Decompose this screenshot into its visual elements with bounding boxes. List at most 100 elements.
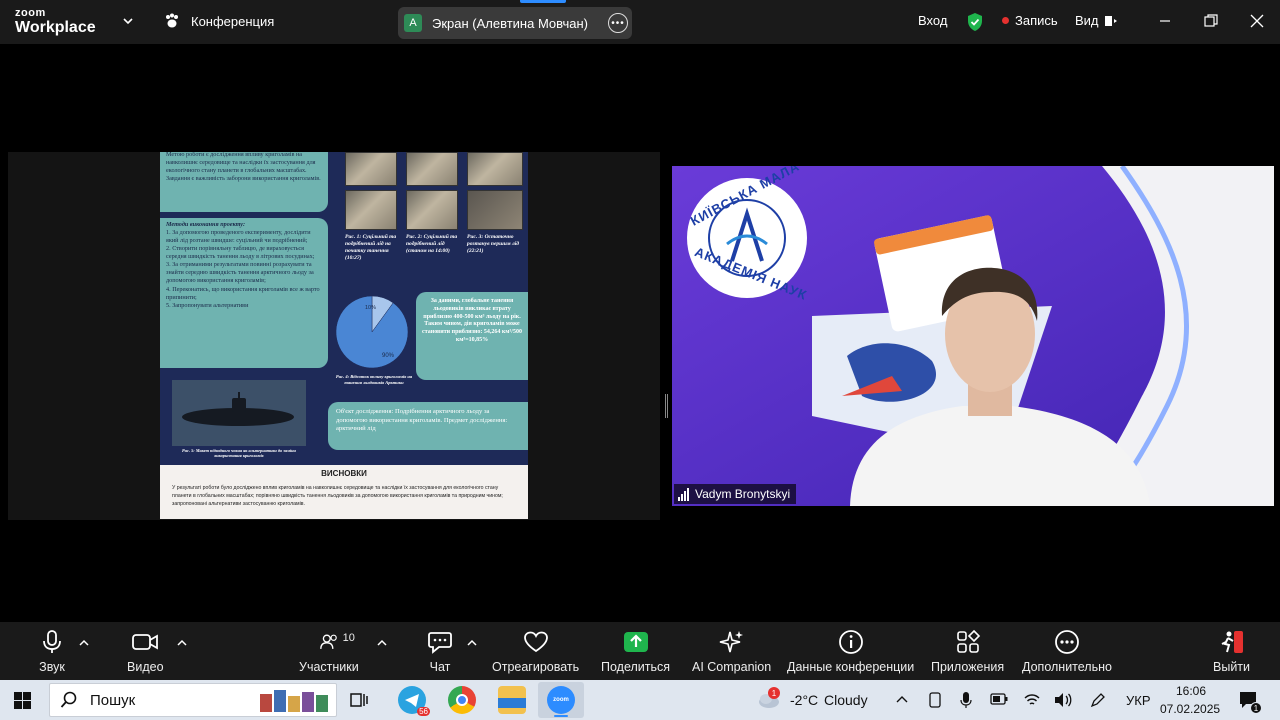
- zoom-taskbar-item[interactable]: zoom: [538, 682, 584, 718]
- search-highlight-image: [260, 690, 328, 712]
- weather-text[interactable]: Cloudy: [824, 692, 868, 708]
- signin-label: Вход: [918, 13, 948, 28]
- chat-icon: [428, 632, 452, 654]
- conclusions-section: ВИСНОВКИ У результаті роботи було дослід…: [160, 465, 528, 519]
- wifi-icon[interactable]: [1024, 692, 1040, 708]
- heart-icon: [523, 631, 548, 653]
- screen-share-indicator: [520, 0, 566, 3]
- meeting-stage: Метою роботи є дослідження впливу кригол…: [0, 44, 1280, 622]
- record-button[interactable]: Запись: [1002, 13, 1058, 28]
- splitter-handle[interactable]: [665, 394, 668, 418]
- participants-label: Участники: [299, 660, 359, 674]
- react-button[interactable]: Отреагировать: [492, 628, 579, 674]
- search-placeholder: Пошук: [90, 691, 136, 709]
- weather-temp[interactable]: -2°C: [790, 692, 818, 708]
- volume-icon[interactable]: [1054, 692, 1072, 708]
- participant-person: [850, 267, 1150, 506]
- telegram-icon[interactable]: 56: [398, 686, 430, 716]
- submarine-image: [172, 380, 306, 446]
- zoom-window: zoom Workplace Конференция А Экран (Алев…: [0, 0, 1280, 720]
- windows-start-icon[interactable]: [14, 692, 31, 709]
- method-item: 5. Запропонувати альтернативи: [166, 301, 249, 309]
- experiment-photo: [467, 190, 523, 230]
- ai-label: AI Companion: [692, 660, 772, 674]
- meeting-toolbar: Звук Видео 10 Участники Чат Отреагироват…: [0, 622, 1280, 680]
- audio-button[interactable]: Звук: [38, 628, 66, 674]
- tray-overflow-chevron-icon[interactable]: [896, 694, 908, 704]
- meeting-label: Конференция: [191, 13, 275, 29]
- method-item: 4. Переконатись, що використання кригола…: [166, 285, 320, 301]
- search-icon: [60, 691, 77, 708]
- share-label: Поделиться: [601, 660, 671, 674]
- view-button[interactable]: Вид: [1075, 13, 1118, 28]
- paw-icon: [166, 13, 178, 28]
- apps-label: Приложения: [931, 660, 1005, 674]
- clock-date[interactable]: 07.02.2025: [1160, 702, 1220, 716]
- sparkle-icon: [719, 631, 743, 653]
- apps-button[interactable]: Приложения: [931, 628, 1004, 674]
- meeting-info-button[interactable]: Данные конференции: [787, 628, 914, 674]
- phone-link-icon[interactable]: [928, 692, 942, 708]
- conclusions-text: У результаті роботи було досліджено впли…: [172, 485, 503, 508]
- notifications-badge: 1: [1250, 702, 1262, 714]
- language-indicator[interactable]: УКР: [1126, 693, 1151, 708]
- title-bar: zoom Workplace Конференция А Экран (Алев…: [0, 0, 1280, 44]
- share-screen-button[interactable]: Поделиться: [601, 628, 670, 674]
- presentation-slide: Метою роботи є дослідження впливу кригол…: [160, 152, 528, 519]
- restore-icon[interactable]: [1202, 12, 1220, 30]
- figure-caption: Рис. 2: Суцільний та подрібнений лід (ст…: [406, 234, 458, 254]
- leave-label: Выйти: [1213, 660, 1251, 674]
- more-icon: [1055, 630, 1079, 654]
- ai-companion-button[interactable]: AI Companion: [692, 628, 771, 674]
- info-icon: [838, 630, 863, 654]
- participants-options-chevron-icon[interactable]: [377, 639, 387, 647]
- audio-options-chevron-icon[interactable]: [79, 639, 89, 647]
- task-view-icon[interactable]: [350, 691, 368, 709]
- more-button[interactable]: Дополнительно: [1022, 628, 1112, 674]
- video-options-chevron-icon[interactable]: [177, 639, 187, 647]
- chat-options-chevron-icon[interactable]: [467, 639, 477, 647]
- goal-box: Метою роботи є дослідження впливу кригол…: [160, 152, 328, 212]
- chat-button[interactable]: Чат: [426, 628, 454, 674]
- object-box: Об'єкт дослідження: Подрібнення арктично…: [328, 402, 528, 450]
- participants-count: 10: [342, 632, 355, 644]
- more-label: Дополнительно: [1022, 660, 1112, 674]
- minimize-icon[interactable]: [1156, 12, 1174, 30]
- pie-caption: Рис. 4: Відсоток впливу криголамів на та…: [335, 374, 413, 385]
- signin-button[interactable]: Вход: [918, 13, 947, 28]
- chat-label: Чат: [429, 660, 451, 674]
- clock-time[interactable]: 16:06: [1176, 684, 1206, 698]
- experiment-photo: [467, 152, 523, 186]
- zoom-logo: zoom Workplace: [15, 8, 96, 36]
- taskbar-search[interactable]: Пошук: [49, 683, 337, 717]
- mic-tray-icon[interactable]: [960, 691, 972, 709]
- close-icon[interactable]: [1248, 12, 1266, 30]
- pie-chart: 10% 90%: [335, 295, 409, 369]
- leave-button[interactable]: Выйти: [1213, 628, 1250, 674]
- chevron-down-icon[interactable]: [121, 14, 135, 28]
- pen-icon[interactable]: [1090, 692, 1106, 708]
- record-label: Запись: [1015, 13, 1058, 28]
- experiment-photo: [406, 152, 458, 186]
- shield-icon[interactable]: [966, 12, 984, 32]
- brand-line1: zoom: [15, 7, 46, 19]
- chrome-icon[interactable]: [448, 686, 476, 714]
- file-explorer-icon[interactable]: [498, 686, 526, 714]
- avatar: А: [404, 14, 422, 32]
- microphone-icon: [43, 630, 61, 653]
- meeting-title[interactable]: Конференция: [163, 12, 274, 30]
- participants-button[interactable]: 10 Участники: [299, 628, 359, 674]
- participant-name: Vadym Bronytskyi: [695, 487, 791, 501]
- result-box: За даними, глобальне танення льодовиків …: [416, 292, 528, 380]
- method-item: 1. За допомогою проведеного експерименту…: [166, 229, 311, 245]
- participant-video[interactable]: КИЇВСЬКА МАЛА АКАДЕМІЯ НАУК Vadym Bronyt…: [672, 166, 1274, 506]
- battery-icon[interactable]: [990, 693, 1008, 705]
- pie-label-big: 90%: [382, 353, 395, 359]
- participant-name-tag: Vadym Bronytskyi: [674, 484, 797, 504]
- video-button[interactable]: Видео: [127, 628, 164, 674]
- view-label: Вид: [1075, 13, 1099, 28]
- more-options-icon[interactable]: •••: [608, 13, 628, 33]
- react-label: Отреагировать: [492, 660, 580, 674]
- share-source-pill[interactable]: А Экран (Алевтина Мовчан) •••: [398, 7, 632, 39]
- signal-bars-icon: [678, 487, 689, 501]
